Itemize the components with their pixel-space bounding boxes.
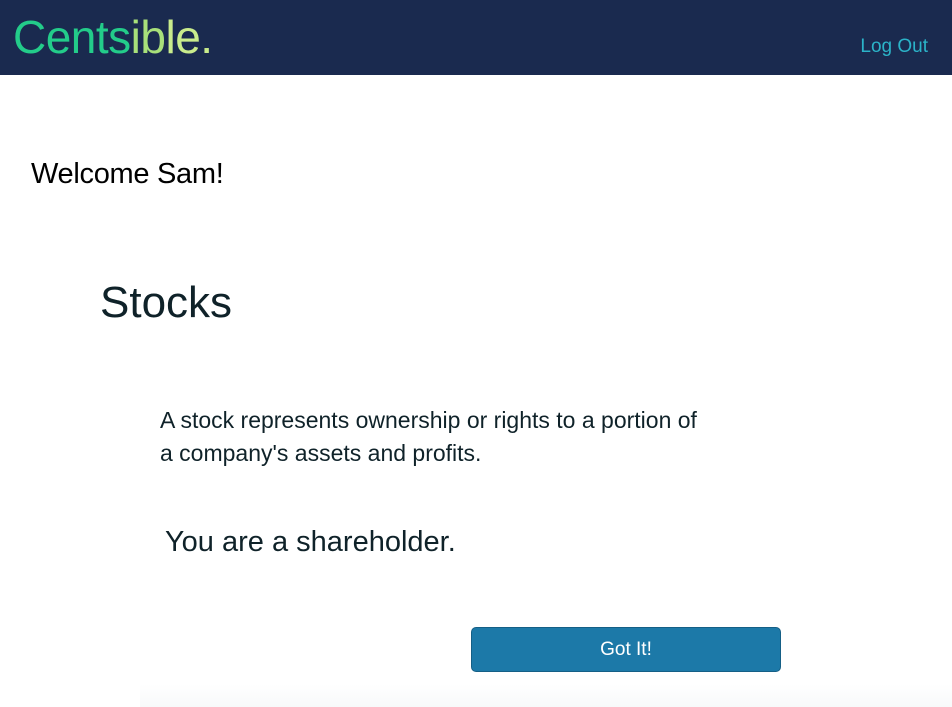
bottom-edge-shade [140,684,952,707]
brand-logo-part-3: le. [165,11,213,63]
brand-logo[interactable]: Centsible. [13,9,213,65]
top-navbar: Centsible. Log Out [0,0,952,75]
welcome-message: Welcome Sam! [31,158,224,190]
lesson-title: Stocks [100,278,233,327]
lesson-description: A stock represents ownership or rights t… [160,407,697,466]
brand-logo-part-1: Cents [13,11,131,63]
brand-logo-part-2: ib [130,11,166,63]
logout-link[interactable]: Log Out [860,36,928,58]
got-it-button[interactable]: Got It! [471,627,781,672]
lesson-status-text: You are a shareholder. [165,526,456,558]
